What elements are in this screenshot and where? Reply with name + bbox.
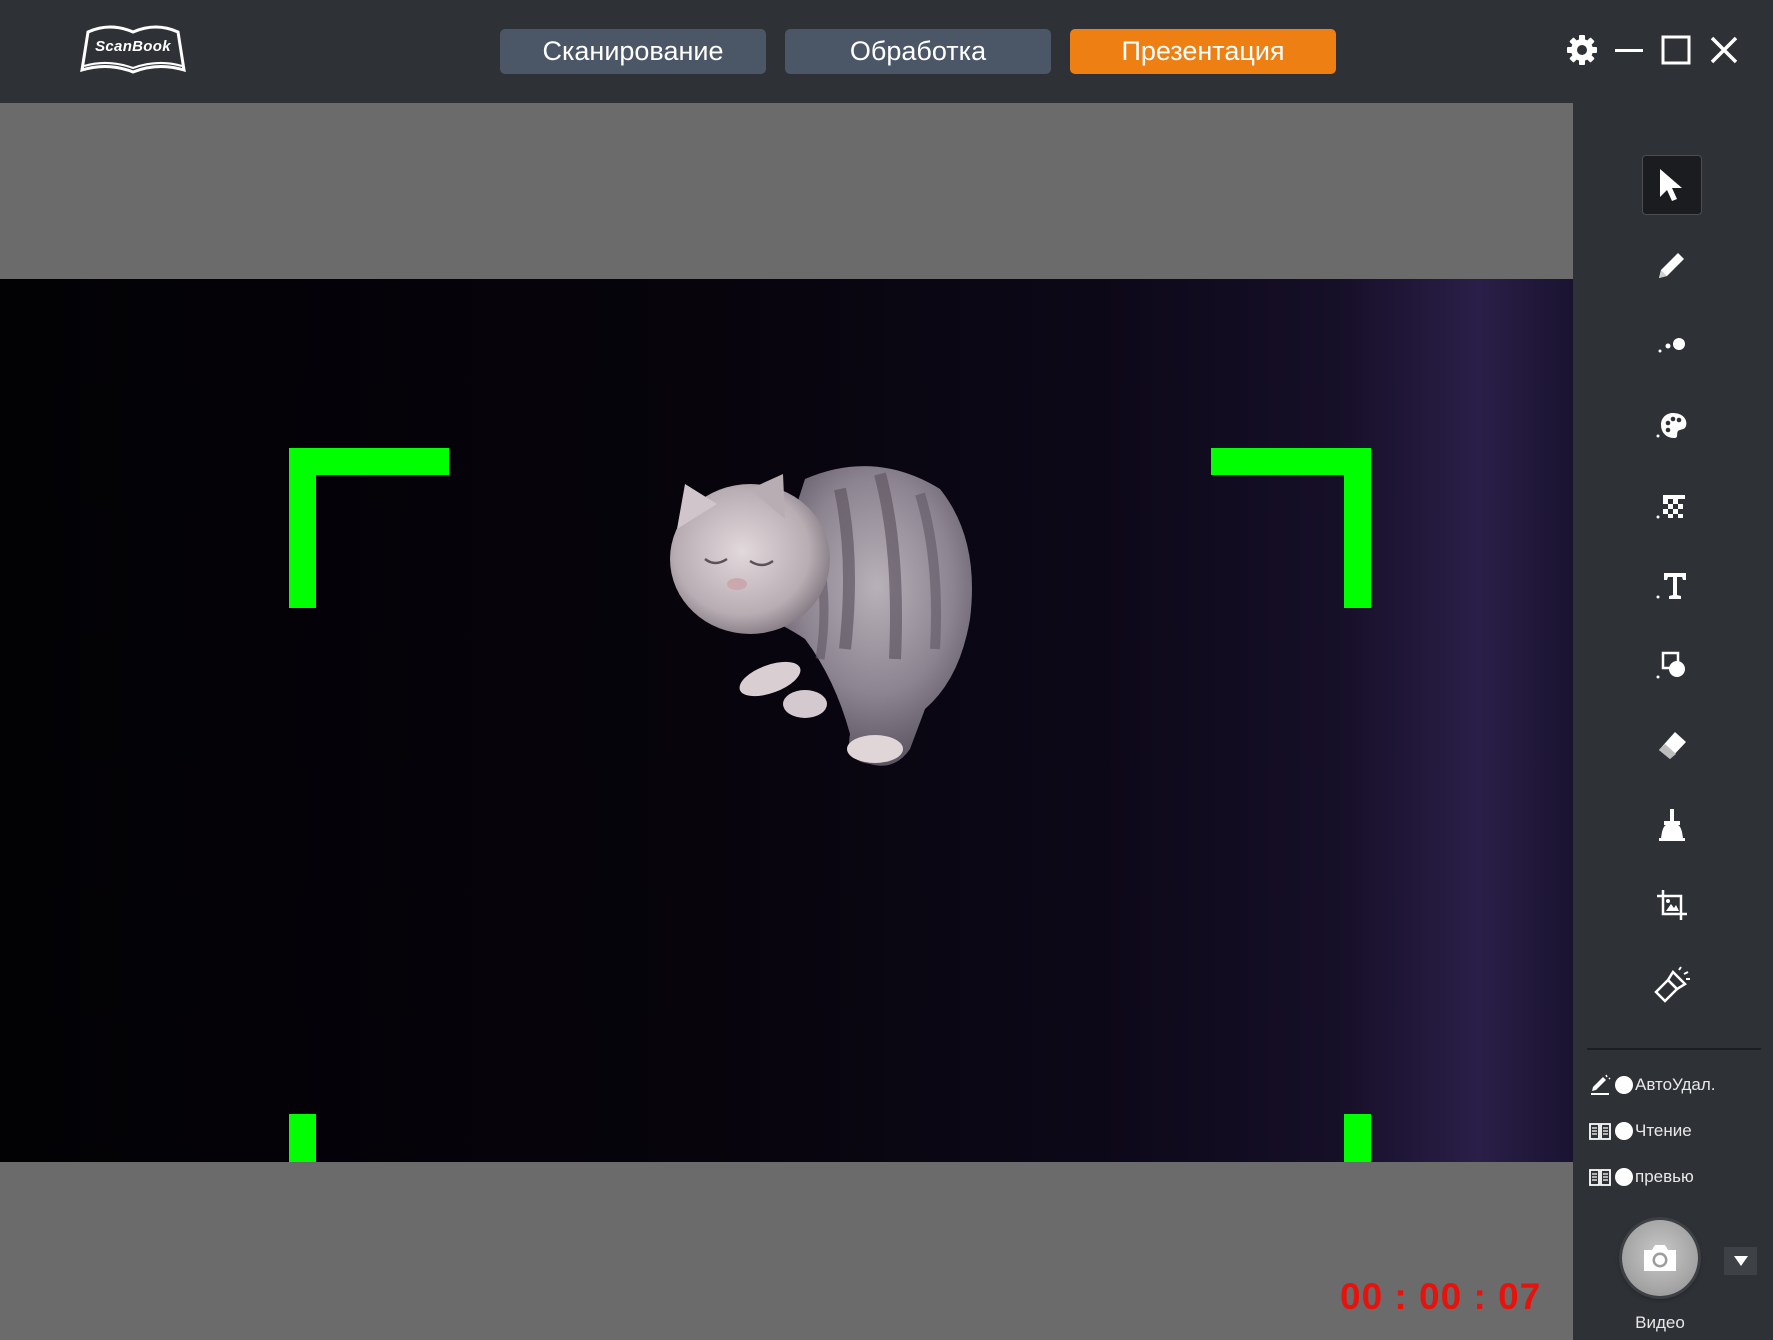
tab-presentation[interactable]: Презентация [1070,29,1336,74]
preview-radio[interactable] [1615,1168,1633,1186]
mosaic-tool-button[interactable] [1642,475,1702,535]
frame-corner-bottom-right [1211,1114,1371,1162]
minimize-icon [1615,49,1643,52]
eraser-icon [1659,732,1686,759]
eraser-tool-button[interactable] [1642,715,1702,775]
logo-text: ScanBook [95,38,171,55]
capture-button[interactable] [1622,1220,1698,1296]
preview-label: превью [1635,1167,1694,1186]
close-button[interactable] [1704,30,1744,70]
reading-option[interactable]: Чтение [1589,1116,1692,1146]
mosaic-icon [1656,495,1685,519]
open-book-icon [1589,1120,1611,1142]
color-tool-button[interactable] [1642,395,1702,455]
text-tool-button[interactable] [1642,555,1702,615]
tab-label: Обработка [849,36,987,66]
auto-delete-radio[interactable] [1615,1076,1633,1094]
close-icon [1710,36,1738,64]
maximize-icon [1661,35,1691,65]
preview-option[interactable]: превью [1589,1162,1694,1192]
settings-button[interactable] [1562,30,1602,70]
triangle-down-icon [1733,1256,1748,1266]
minimize-button[interactable] [1609,30,1649,70]
auto-delete-label: АвтоУдал. [1635,1075,1716,1094]
palette-icon [1656,413,1687,438]
pencil-icon [1659,253,1684,278]
tab-processing[interactable]: Обработка [785,29,1051,74]
reading-radio[interactable] [1615,1122,1633,1140]
broom-icon [1659,809,1685,841]
tab-label: Презентация [1121,36,1285,66]
panel-divider [1587,1048,1761,1050]
tool-panel: АвтоУдал. Чтение превью Видео [1573,103,1773,1340]
maximize-button[interactable] [1656,30,1696,70]
crop-image-icon [1657,890,1687,920]
camera-icon [1644,1245,1676,1271]
preview-stage [0,103,1573,1340]
clear-tool-button[interactable] [1642,795,1702,855]
cat-figurine-image [670,466,972,766]
pen-edit-icon [1589,1074,1611,1096]
scanbook-logo: ScanBook [80,22,186,78]
reading-label: Чтение [1635,1121,1692,1140]
frame-corner-top-right [1211,448,1371,608]
frame-corner-bottom-left [289,1114,449,1162]
text-t-icon [1656,573,1686,599]
crop-tool-button[interactable] [1642,875,1702,935]
spotlight-tool-button[interactable] [1642,955,1702,1015]
tab-scanning[interactable]: Сканирование [500,29,766,74]
line-width-tool-button[interactable] [1642,315,1702,375]
gear-icon [1567,35,1597,65]
pen-tool-button[interactable] [1642,235,1702,295]
recording-timer: 00 : 00 : 07 [1340,1276,1542,1317]
flashlight-icon [1654,966,1690,1003]
capture-mode-label: Видео [1635,1313,1685,1332]
capture-mode-dropdown[interactable] [1724,1247,1757,1275]
auto-delete-option[interactable]: АвтоУдал. [1589,1070,1716,1100]
shape-tool-button[interactable] [1642,635,1702,695]
camera-feed [0,279,1573,1162]
top-bar: ScanBook Сканирование Обработка Презента… [0,0,1773,103]
cursor-arrow-icon [1660,169,1682,201]
open-book-icon [1589,1166,1611,1188]
dot-size-icon [1658,338,1685,353]
shapes-icon [1656,651,1685,679]
pointer-tool-button[interactable] [1642,155,1702,215]
tab-label: Сканирование [542,36,724,66]
frame-corner-top-left [289,448,449,608]
